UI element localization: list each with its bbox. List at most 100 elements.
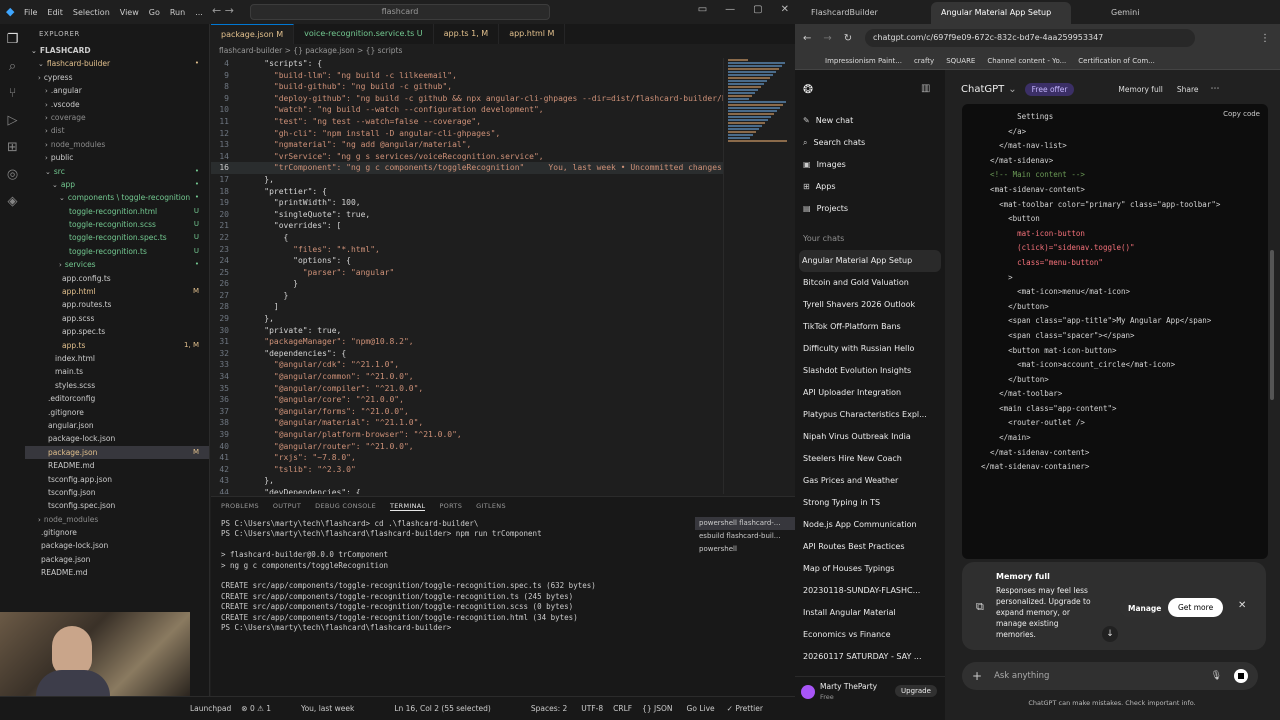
file-item[interactable]: package.json M xyxy=(25,445,209,460)
nav-arrows-icon[interactable]: ← → xyxy=(212,4,234,17)
editor-tab[interactable]: package.json M xyxy=(211,24,295,44)
source-control-icon[interactable]: ⑂ xyxy=(9,86,17,101)
close-icon[interactable]: ✕ xyxy=(781,4,789,15)
code-editor[interactable]: 4 "scripts": {9 "build-llm": "ng build -… xyxy=(211,58,723,494)
file-item[interactable]: tsconfig.json xyxy=(25,486,209,499)
scroll-down-icon[interactable]: ↓ xyxy=(1102,626,1118,642)
file-item[interactable]: app.scss xyxy=(25,312,209,325)
user-menu[interactable]: Marty TheParty Free Upgrade xyxy=(795,676,945,710)
openai-logo-icon[interactable]: ❂ xyxy=(803,82,813,96)
reload-icon[interactable]: ↻ xyxy=(844,33,852,44)
more-options-icon[interactable]: ⋯ xyxy=(1211,84,1220,94)
panel-tab[interactable]: GITLENS xyxy=(476,502,506,510)
file-item[interactable]: app.spec.ts xyxy=(25,325,209,338)
folder-item[interactable]: › node_modules xyxy=(25,513,209,526)
folder-item[interactable]: › cypress xyxy=(25,71,209,84)
folder-item[interactable]: ⌄ FLASHCARD xyxy=(25,44,209,57)
chat-history-item[interactable]: Strong Typing in TS xyxy=(795,492,945,514)
window-controls[interactable]: ▭ — ▢ ✕ xyxy=(698,4,789,15)
chat-history-item[interactable]: Slashdot Evolution Insights xyxy=(795,360,945,382)
menu-item[interactable]: File xyxy=(24,8,37,17)
gitlens-icon[interactable]: ◈ xyxy=(8,194,18,209)
minimap[interactable] xyxy=(723,58,795,494)
file-item[interactable]: angular.json xyxy=(25,419,209,432)
command-center-search[interactable]: flashcard xyxy=(250,4,550,20)
sidebar-action[interactable]: ⊞ Apps xyxy=(795,176,945,198)
editor-tab[interactable]: app.ts 1, M xyxy=(434,24,500,44)
folder-item[interactable]: › dist xyxy=(25,124,209,137)
file-item[interactable]: .gitignore xyxy=(25,526,209,539)
file-item[interactable]: toggle-recognition.spec.ts U xyxy=(25,231,209,244)
minimize-icon[interactable]: — xyxy=(725,4,735,15)
file-item[interactable]: package-lock.json xyxy=(25,432,209,445)
menu-item[interactable]: View xyxy=(120,8,139,17)
maximize-icon[interactable]: ▢ xyxy=(753,4,762,15)
file-item[interactable]: app.config.ts xyxy=(25,272,209,285)
panel-tab[interactable]: DEBUG CONSOLE xyxy=(315,502,376,510)
sidebar-action[interactable]: ✎ New chat xyxy=(795,110,945,132)
scrollbar[interactable] xyxy=(1270,250,1274,400)
terminal-output[interactable]: PS C:\Users\marty\tech\flashcard> cd .\f… xyxy=(221,519,691,633)
folder-item[interactable]: › .vscode xyxy=(25,98,209,111)
file-item[interactable]: package.json xyxy=(25,553,209,566)
menu-item[interactable]: Go xyxy=(149,8,160,17)
file-item[interactable]: README.md xyxy=(25,566,209,579)
plus-icon[interactable]: + xyxy=(972,669,982,683)
folder-item[interactable]: › .angular xyxy=(25,84,209,97)
mic-icon[interactable]: 🎙 xyxy=(1211,671,1222,681)
run-debug-icon[interactable]: ▷ xyxy=(8,113,18,128)
chat-history-item[interactable]: Map of Houses Typings xyxy=(795,558,945,580)
remote-icon[interactable]: ◎ xyxy=(7,167,18,182)
file-item[interactable]: toggle-recognition.ts U xyxy=(25,245,209,258)
copy-code-button[interactable]: Copy code xyxy=(1223,110,1260,118)
url-bar[interactable]: chatgpt.com/c/697f9e09-672c-832c-bd7e-4a… xyxy=(865,29,1195,47)
file-item[interactable]: .gitignore xyxy=(25,406,209,419)
chat-history-item[interactable]: TikTok Off-Platform Bans xyxy=(795,316,945,338)
memory-full-indicator[interactable]: Memory full xyxy=(1118,85,1162,94)
browser-tab[interactable]: Gemini xyxy=(1101,2,1149,24)
folder-item[interactable]: ⌄ flashcard-builder • xyxy=(25,57,209,70)
chat-input[interactable]: + Ask anything 🎙 xyxy=(962,662,1258,690)
file-item[interactable]: index.html xyxy=(25,352,209,365)
bookmark-item[interactable]: SQUARE xyxy=(946,57,975,65)
chat-history-item[interactable]: Difficulty with Russian Hello xyxy=(795,338,945,360)
status-blame[interactable]: You, last week xyxy=(301,704,354,713)
file-item[interactable]: main.ts xyxy=(25,365,209,378)
extensions-icon[interactable]: ⊞ xyxy=(7,140,18,155)
status-lang[interactable]: {} JSON xyxy=(642,704,672,713)
menu-item[interactable]: ... xyxy=(195,8,203,17)
forward-icon[interactable]: → xyxy=(823,33,831,44)
free-offer-badge[interactable]: Free offer xyxy=(1024,82,1075,96)
folder-item[interactable]: › node_modules xyxy=(25,138,209,151)
status-launchpad[interactable]: Launchpad xyxy=(190,704,231,713)
folder-item[interactable]: ⌄ src • xyxy=(25,165,209,178)
chat-history-item[interactable]: Node.js App Communication xyxy=(795,514,945,536)
sidebar-action[interactable]: ▤ Projects xyxy=(795,198,945,220)
editor-tab[interactable]: app.html M xyxy=(499,24,566,44)
chat-history-item[interactable]: Nipah Virus Outbreak India xyxy=(795,426,945,448)
get-more-button[interactable]: Get more xyxy=(1168,598,1224,617)
browser-tab[interactable]: FlashcardBuilder xyxy=(801,2,931,24)
panel-tab[interactable]: OUTPUT xyxy=(273,502,301,510)
chat-history-item[interactable]: Economics vs Finance xyxy=(795,624,945,646)
menu-kebab-icon[interactable]: ⋮ xyxy=(1260,33,1270,44)
chat-history-item[interactable]: API Uploader Integration xyxy=(795,382,945,404)
status-pos[interactable]: Ln 16, Col 2 (55 selected) xyxy=(394,704,491,713)
file-item[interactable]: app.ts 1, M xyxy=(25,339,209,352)
status-enc[interactable]: UTF-8 xyxy=(581,704,603,713)
layout-icon[interactable]: ▭ xyxy=(698,4,707,15)
close-card-icon[interactable]: ✕ xyxy=(1238,600,1246,611)
sidebar-action[interactable]: ⌕ Search chats xyxy=(795,132,945,154)
sidebar-action[interactable]: ▣ Images xyxy=(795,154,945,176)
bookmark-item[interactable]: Certification of Com... xyxy=(1078,57,1155,65)
file-item[interactable]: tsconfig.spec.json xyxy=(25,499,209,512)
file-item[interactable]: .editorconfig xyxy=(25,392,209,405)
explorer-icon[interactable]: ❐ xyxy=(7,32,19,47)
folder-item[interactable]: ⌄ app • xyxy=(25,178,209,191)
chat-history-item[interactable]: Install Angular Material xyxy=(795,602,945,624)
chat-history-item[interactable]: 20230118-SUNDAY-FLASHC... xyxy=(795,580,945,602)
folder-item[interactable]: › services • xyxy=(25,258,209,271)
chat-history-item[interactable]: API Routes Best Practices xyxy=(795,536,945,558)
menu-item[interactable]: Run xyxy=(170,8,185,17)
terminal-instance[interactable]: powershell xyxy=(695,543,795,556)
